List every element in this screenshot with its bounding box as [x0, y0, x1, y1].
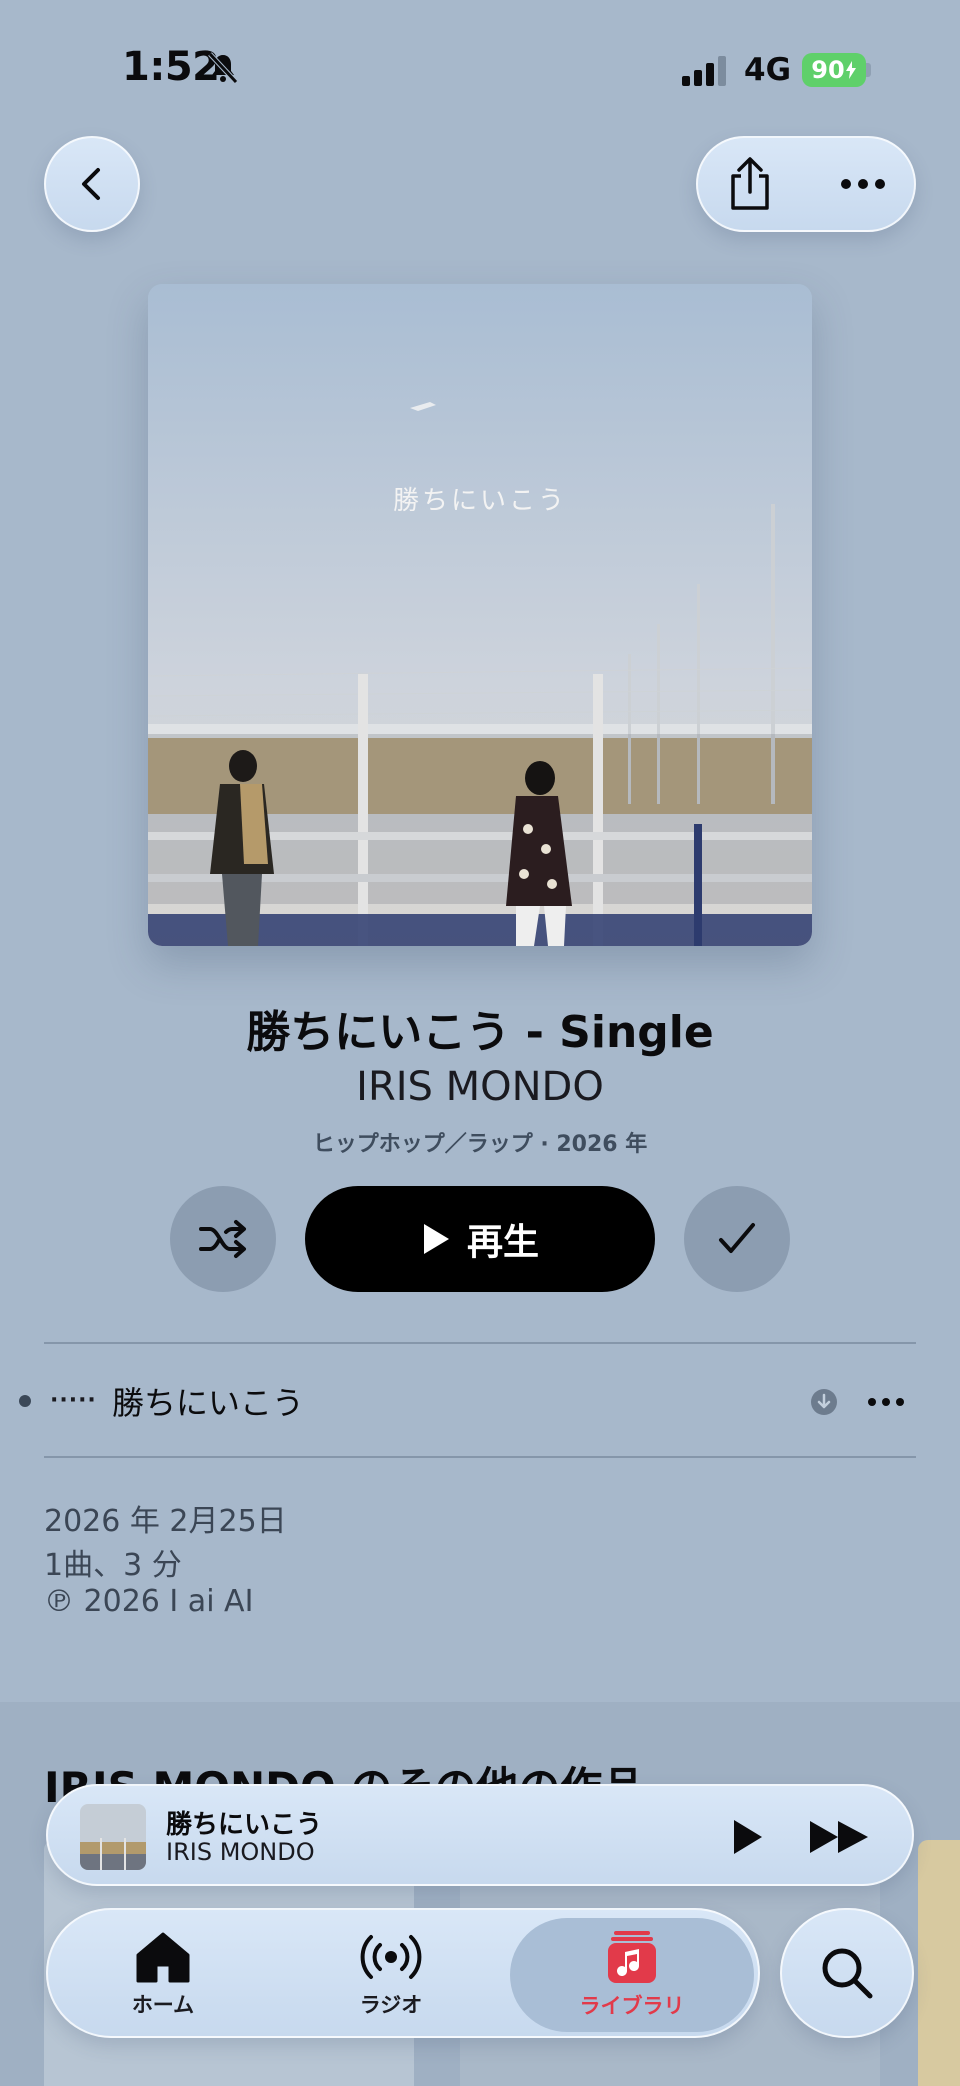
artwork-title-text: 勝ちにいこう — [392, 486, 567, 516]
genre-year: ヒップホップ／ラップ · 2026 年 — [312, 1132, 648, 1157]
network-type: 4G — [744, 52, 792, 88]
mini-artwork-image — [80, 1804, 146, 1870]
back-button[interactable] — [44, 136, 140, 232]
battery-level: 90 — [811, 56, 845, 84]
play-label: 再生 — [466, 1222, 539, 1263]
album-artwork: 勝ちにいこう — [148, 284, 812, 946]
track-title: 勝ちにいこう — [112, 1384, 305, 1422]
search-icon — [822, 1948, 873, 1999]
mini-player[interactable]: 勝ちにいこう IRIS MONDO — [46, 1784, 914, 1886]
chevron-left-icon — [82, 168, 100, 200]
divider — [44, 1456, 916, 1458]
top-actions-group — [696, 136, 916, 232]
artist-name-link[interactable]: IRIS MONDO — [0, 1064, 960, 1110]
in-library-button[interactable] — [684, 1186, 790, 1292]
more-options-button[interactable] — [828, 152, 898, 216]
album-card[interactable] — [918, 1840, 960, 2086]
search-button[interactable] — [780, 1908, 914, 2038]
mini-player-title: 勝ちにいこう — [166, 1810, 323, 1840]
tab-library[interactable]: ライブラリ — [510, 1918, 754, 2032]
signal-icon — [682, 56, 726, 86]
now-playing-dot — [19, 1395, 31, 1407]
library-icon — [608, 1931, 656, 1983]
shuffle-button[interactable] — [170, 1186, 276, 1292]
tab-radio[interactable]: ラジオ — [276, 1910, 506, 2040]
share-icon — [731, 157, 769, 210]
download-icon[interactable] — [810, 1388, 838, 1416]
charging-bolt-icon — [845, 61, 856, 79]
share-button[interactable] — [718, 152, 782, 216]
fast-forward-icon[interactable] — [806, 1812, 872, 1862]
tab-home-label: ホーム — [131, 1993, 195, 2017]
mini-player-artwork — [80, 1804, 146, 1870]
now-playing-indicator: ····· — [50, 1388, 97, 1413]
home-icon — [136, 1932, 190, 1983]
ellipsis-icon — [841, 179, 885, 189]
checkmark-icon — [719, 1223, 755, 1253]
album-artwork-image — [148, 284, 812, 946]
release-date: 2026 年 2月25日 — [44, 1504, 287, 1539]
album-title: 勝ちにいこう - Single — [246, 1007, 714, 1058]
battery-indicator: 90 — [802, 53, 866, 87]
track-row[interactable]: ····· 勝ちにいこう — [0, 1342, 960, 1458]
track-count-duration: 1曲、3 分 — [44, 1548, 182, 1583]
bell-muted-icon — [208, 52, 238, 84]
shuffle-icon — [199, 1220, 246, 1258]
radio-icon — [360, 1935, 422, 1979]
tab-radio-label: ラジオ — [359, 1993, 423, 2017]
track-more-icon[interactable] — [866, 1388, 906, 1416]
tab-bar: ホーム ラジオ ライブラリ — [46, 1908, 760, 2038]
copyright: ℗ 2026 I ai AI — [44, 1584, 254, 1619]
play-button[interactable]: 再生 — [305, 1186, 655, 1292]
play-icon — [423, 1224, 449, 1254]
mini-player-artist: IRIS MONDO — [166, 1838, 315, 1866]
tab-library-label: ライブラリ — [579, 1994, 685, 2018]
battery-tip — [866, 63, 871, 77]
tab-home[interactable]: ホーム — [48, 1910, 278, 2040]
mini-play-icon[interactable] — [720, 1812, 770, 1862]
